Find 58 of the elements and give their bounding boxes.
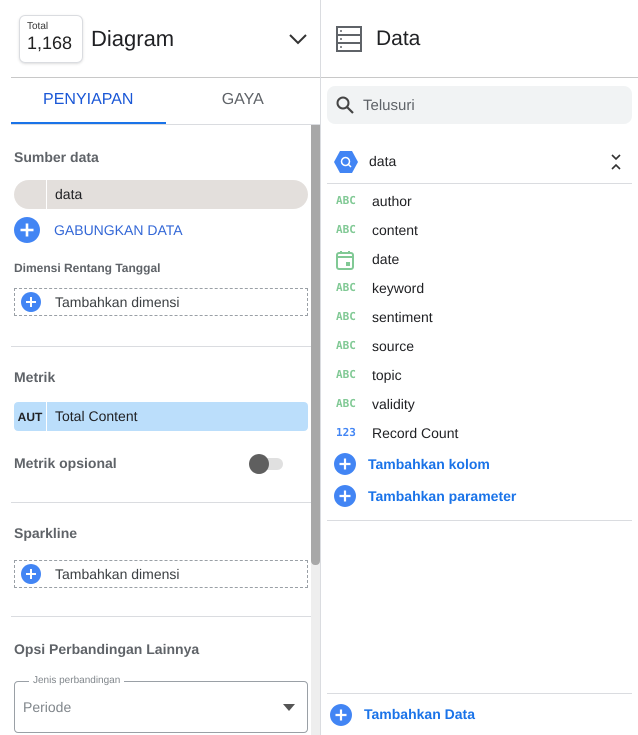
field-item[interactable]: ABC source [327,332,632,361]
metric-name: Total Content [54,407,138,426]
hexagon-icon [333,148,359,174]
plus-icon[interactable] [21,564,41,584]
database-icon [336,26,362,52]
data-source-name: data [369,152,398,171]
toggle-switch[interactable] [249,454,285,474]
field-type-label: ABC [336,309,356,326]
field-item[interactable]: ABC topic [327,361,632,390]
field-item[interactable]: 123 Record Count [327,419,632,448]
field-type-label: ABC [336,222,356,238]
plus-icon[interactable] [334,485,356,507]
blend-data-button[interactable]: GABUNGKAN DATA [14,217,183,243]
tab[interactable]: GAYA [166,78,320,124]
field-item[interactable]: ABC content [327,216,632,245]
panel-title: Data [376,26,420,52]
caret-icon [283,704,295,710]
field-item[interactable]: ABC validity [327,390,632,419]
add-dimension-button[interactable]: Tambahkan dimensi [14,288,308,316]
chart-type-title: Diagram [91,25,176,53]
search-field[interactable]: Telusuri [327,86,632,124]
floating-label: Jenis perbandingan [29,674,124,688]
add-data-button[interactable]: Tambahkan Data [327,693,632,735]
collapse-icon[interactable] [610,154,622,170]
plus-icon[interactable] [330,704,352,726]
section-title: Dimensi Rentang Tanggal [13,260,162,277]
field-item[interactable]: ABC keyword [327,274,632,303]
field-type-label: ABC [336,193,356,210]
calendar-icon [336,250,356,270]
metric-chip[interactable]: AUT Total Content [14,402,308,431]
aggregation-label: AUT [14,402,47,431]
plus-icon[interactable] [21,292,41,312]
plus-icon[interactable] [14,217,40,243]
tab[interactable]: PENYIAPAN [11,78,166,124]
field-item[interactable]: ABC sentiment [327,303,632,332]
section-title: Metrik [13,368,56,387]
field-type-label: ABC [336,396,356,412]
scorecard-label: Total [27,22,50,32]
field-type-label: ABC [336,367,356,384]
field-item[interactable]: ABC author [327,187,632,216]
field-type-label: ABC [336,280,356,296]
field-item[interactable]: date [327,245,632,274]
add-field-button[interactable]: Tambahkan kolom [327,448,632,480]
scrollbar-thumb[interactable] [311,125,320,565]
scorecard-value: 1,168 [27,32,74,55]
field-type-label: 123 [336,425,356,442]
plus-icon[interactable] [334,453,356,475]
field-type-label: ABC [336,338,356,354]
data-source-name: data [54,185,82,204]
dropdown-value: Periode [23,698,72,716]
toggle-label: Metrik opsional [14,454,117,473]
data-source-chip[interactable]: data [14,180,308,209]
add-dimension-button[interactable]: Tambahkan dimensi [14,560,308,588]
section-title: Opsi Perbandingan Lainnya [13,640,200,659]
search-icon [336,96,354,114]
section-title: Sparkline [13,524,78,543]
section-title: Sumber data [13,148,100,167]
add-field-button[interactable]: Tambahkan parameter [327,480,632,512]
